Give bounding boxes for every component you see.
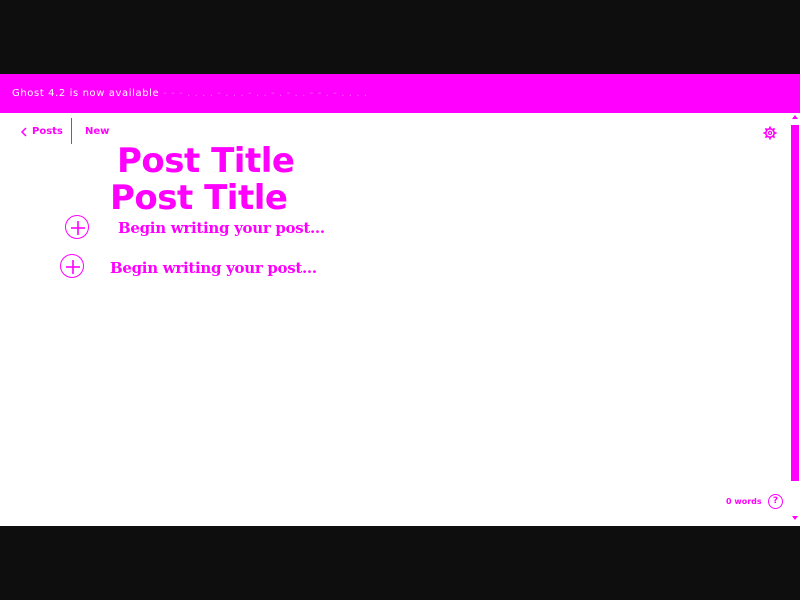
help-button[interactable]: ? (768, 494, 783, 509)
add-card-button-ghost (65, 215, 89, 239)
back-to-posts-link[interactable]: Posts (20, 125, 63, 139)
gear-icon (763, 126, 777, 140)
help-circle-icon: ? (772, 496, 779, 506)
scroll-thumb[interactable] (791, 125, 799, 481)
update-banner-text: Ghost 4.2 is now available (12, 88, 160, 99)
update-banner-message[interactable]: Ghost 4.2 is now available - - - . . . .… (12, 74, 368, 113)
update-banner: Ghost 4.2 is now available - - - . . . .… (0, 74, 800, 113)
update-banner-trailing: - - - . . . . - . . . - . . - . - . . - … (163, 88, 368, 99)
scroll-up-arrow[interactable] (792, 115, 798, 119)
settings-button[interactable] (763, 125, 777, 140)
scroll-down-arrow[interactable] (792, 516, 798, 520)
plus-icon (71, 221, 85, 235)
post-title-input[interactable]: Post Title (110, 178, 288, 218)
chevron-left-icon (20, 127, 27, 137)
post-body-ghost: Begin writing your post... (118, 219, 325, 237)
post-body-input[interactable]: Begin writing your post... (110, 258, 317, 278)
editor-canvas: Post Title Begin writing your post... Po… (0, 141, 790, 479)
topbar-divider (71, 118, 72, 144)
back-link-label: Posts (32, 126, 63, 137)
post-status: New (85, 126, 110, 137)
add-card-button[interactable] (60, 254, 84, 278)
word-count: 0 words (726, 497, 762, 506)
editor-window: Ghost 4.2 is now available - - - . . . .… (0, 74, 800, 526)
post-title-ghost: Post Title (117, 141, 295, 181)
plus-icon (66, 260, 80, 274)
vertical-scrollbar[interactable] (790, 113, 800, 526)
